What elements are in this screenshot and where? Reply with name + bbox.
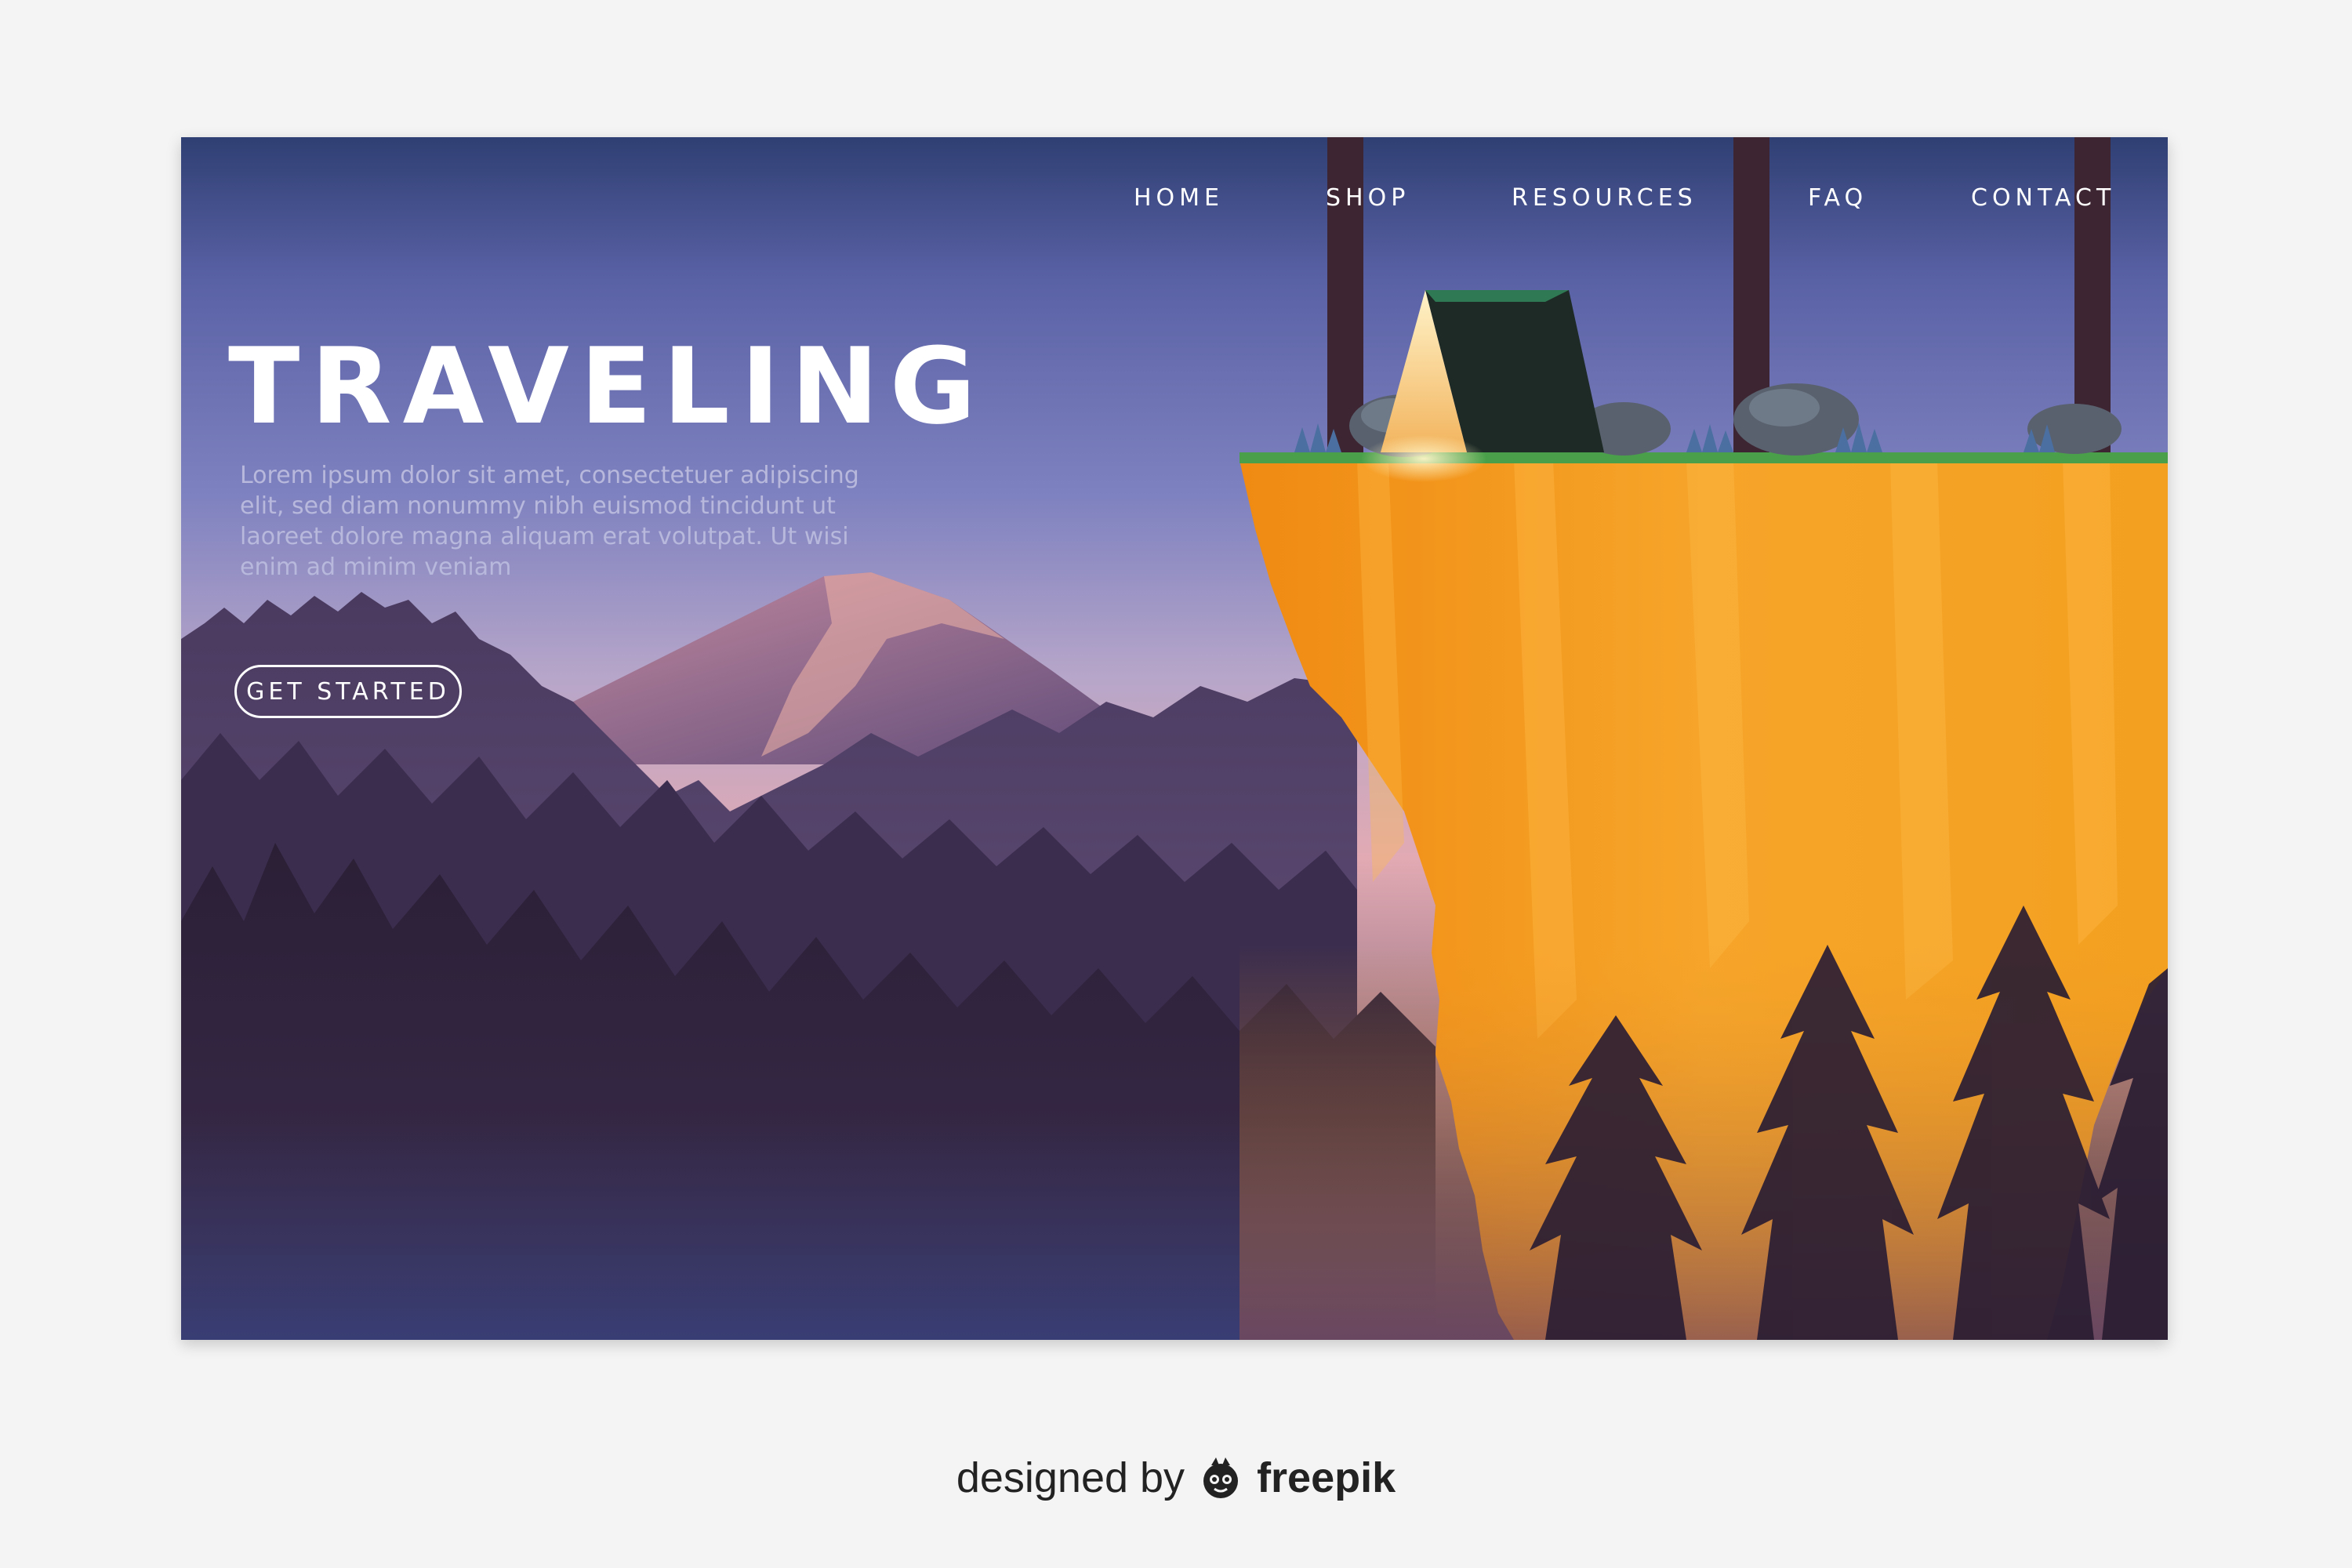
credit-prefix: designed by bbox=[956, 1454, 1185, 1501]
nav-shop-link[interactable]: SHOP bbox=[1326, 184, 1410, 212]
hero-description: Lorem ipsum dolor sit amet, consectetuer… bbox=[240, 462, 859, 581]
landscape-illustration bbox=[181, 137, 2168, 1340]
landing-page-card: HOME SHOP RESOURCES FAQ CONTACT TRAVELIN… bbox=[181, 137, 2168, 1340]
nav-resources-link[interactable]: RESOURCES bbox=[1512, 184, 1697, 212]
hero-title: TRAVELING bbox=[228, 325, 987, 448]
top-navigation: HOME SHOP RESOURCES FAQ CONTACT bbox=[181, 137, 2168, 263]
nav-faq-link[interactable]: FAQ bbox=[1808, 184, 1867, 212]
freepik-logo-icon bbox=[1203, 1457, 1239, 1498]
get-started-button[interactable]: GET STARTED bbox=[234, 665, 462, 718]
designer-credit: designed by freepik bbox=[0, 1446, 2352, 1509]
nav-home-link[interactable]: HOME bbox=[1134, 184, 1224, 212]
nav-contact-link[interactable]: CONTACT bbox=[1971, 184, 2115, 212]
credit-brand: freepik bbox=[1257, 1454, 1396, 1501]
